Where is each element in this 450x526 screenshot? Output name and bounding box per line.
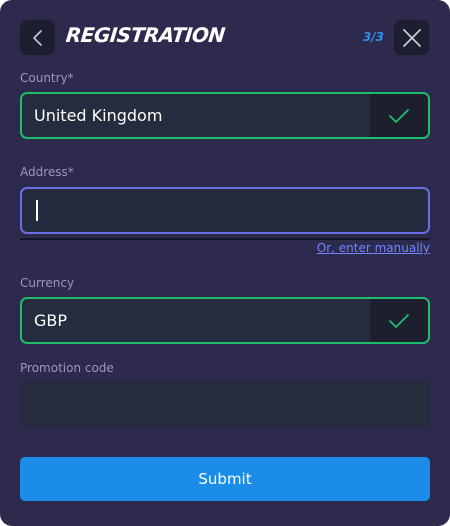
close-icon [402,28,421,47]
back-button[interactable] [20,20,55,55]
country-label: Country* [20,71,74,85]
country-status [370,94,428,137]
address-input[interactable] [20,187,430,234]
chevron-left-icon [32,29,42,46]
promotion-code-input[interactable] [20,381,430,427]
check-icon [389,313,409,328]
country-value: United Kingdom [34,106,163,125]
page-title: REGISTRATION [64,23,227,47]
country-select[interactable]: United Kingdom [20,92,430,139]
close-button[interactable] [394,20,429,55]
currency-select[interactable]: GBP [20,297,430,344]
submit-button[interactable]: Submit [20,457,430,501]
text-caret [36,200,38,221]
promotion-label: Promotion code [20,361,114,375]
currency-label: Currency [20,276,75,290]
currency-value: GBP [34,311,68,330]
registration-panel: REGISTRATION 3/3 Country* United Kingdom… [0,0,450,526]
address-suggestions-divider [20,238,430,240]
step-indicator: 3/3 [362,30,384,44]
address-label: Address* [20,165,74,179]
check-icon [389,108,409,123]
enter-manually-link[interactable]: Or, enter manually [317,241,430,255]
currency-status [370,299,428,342]
